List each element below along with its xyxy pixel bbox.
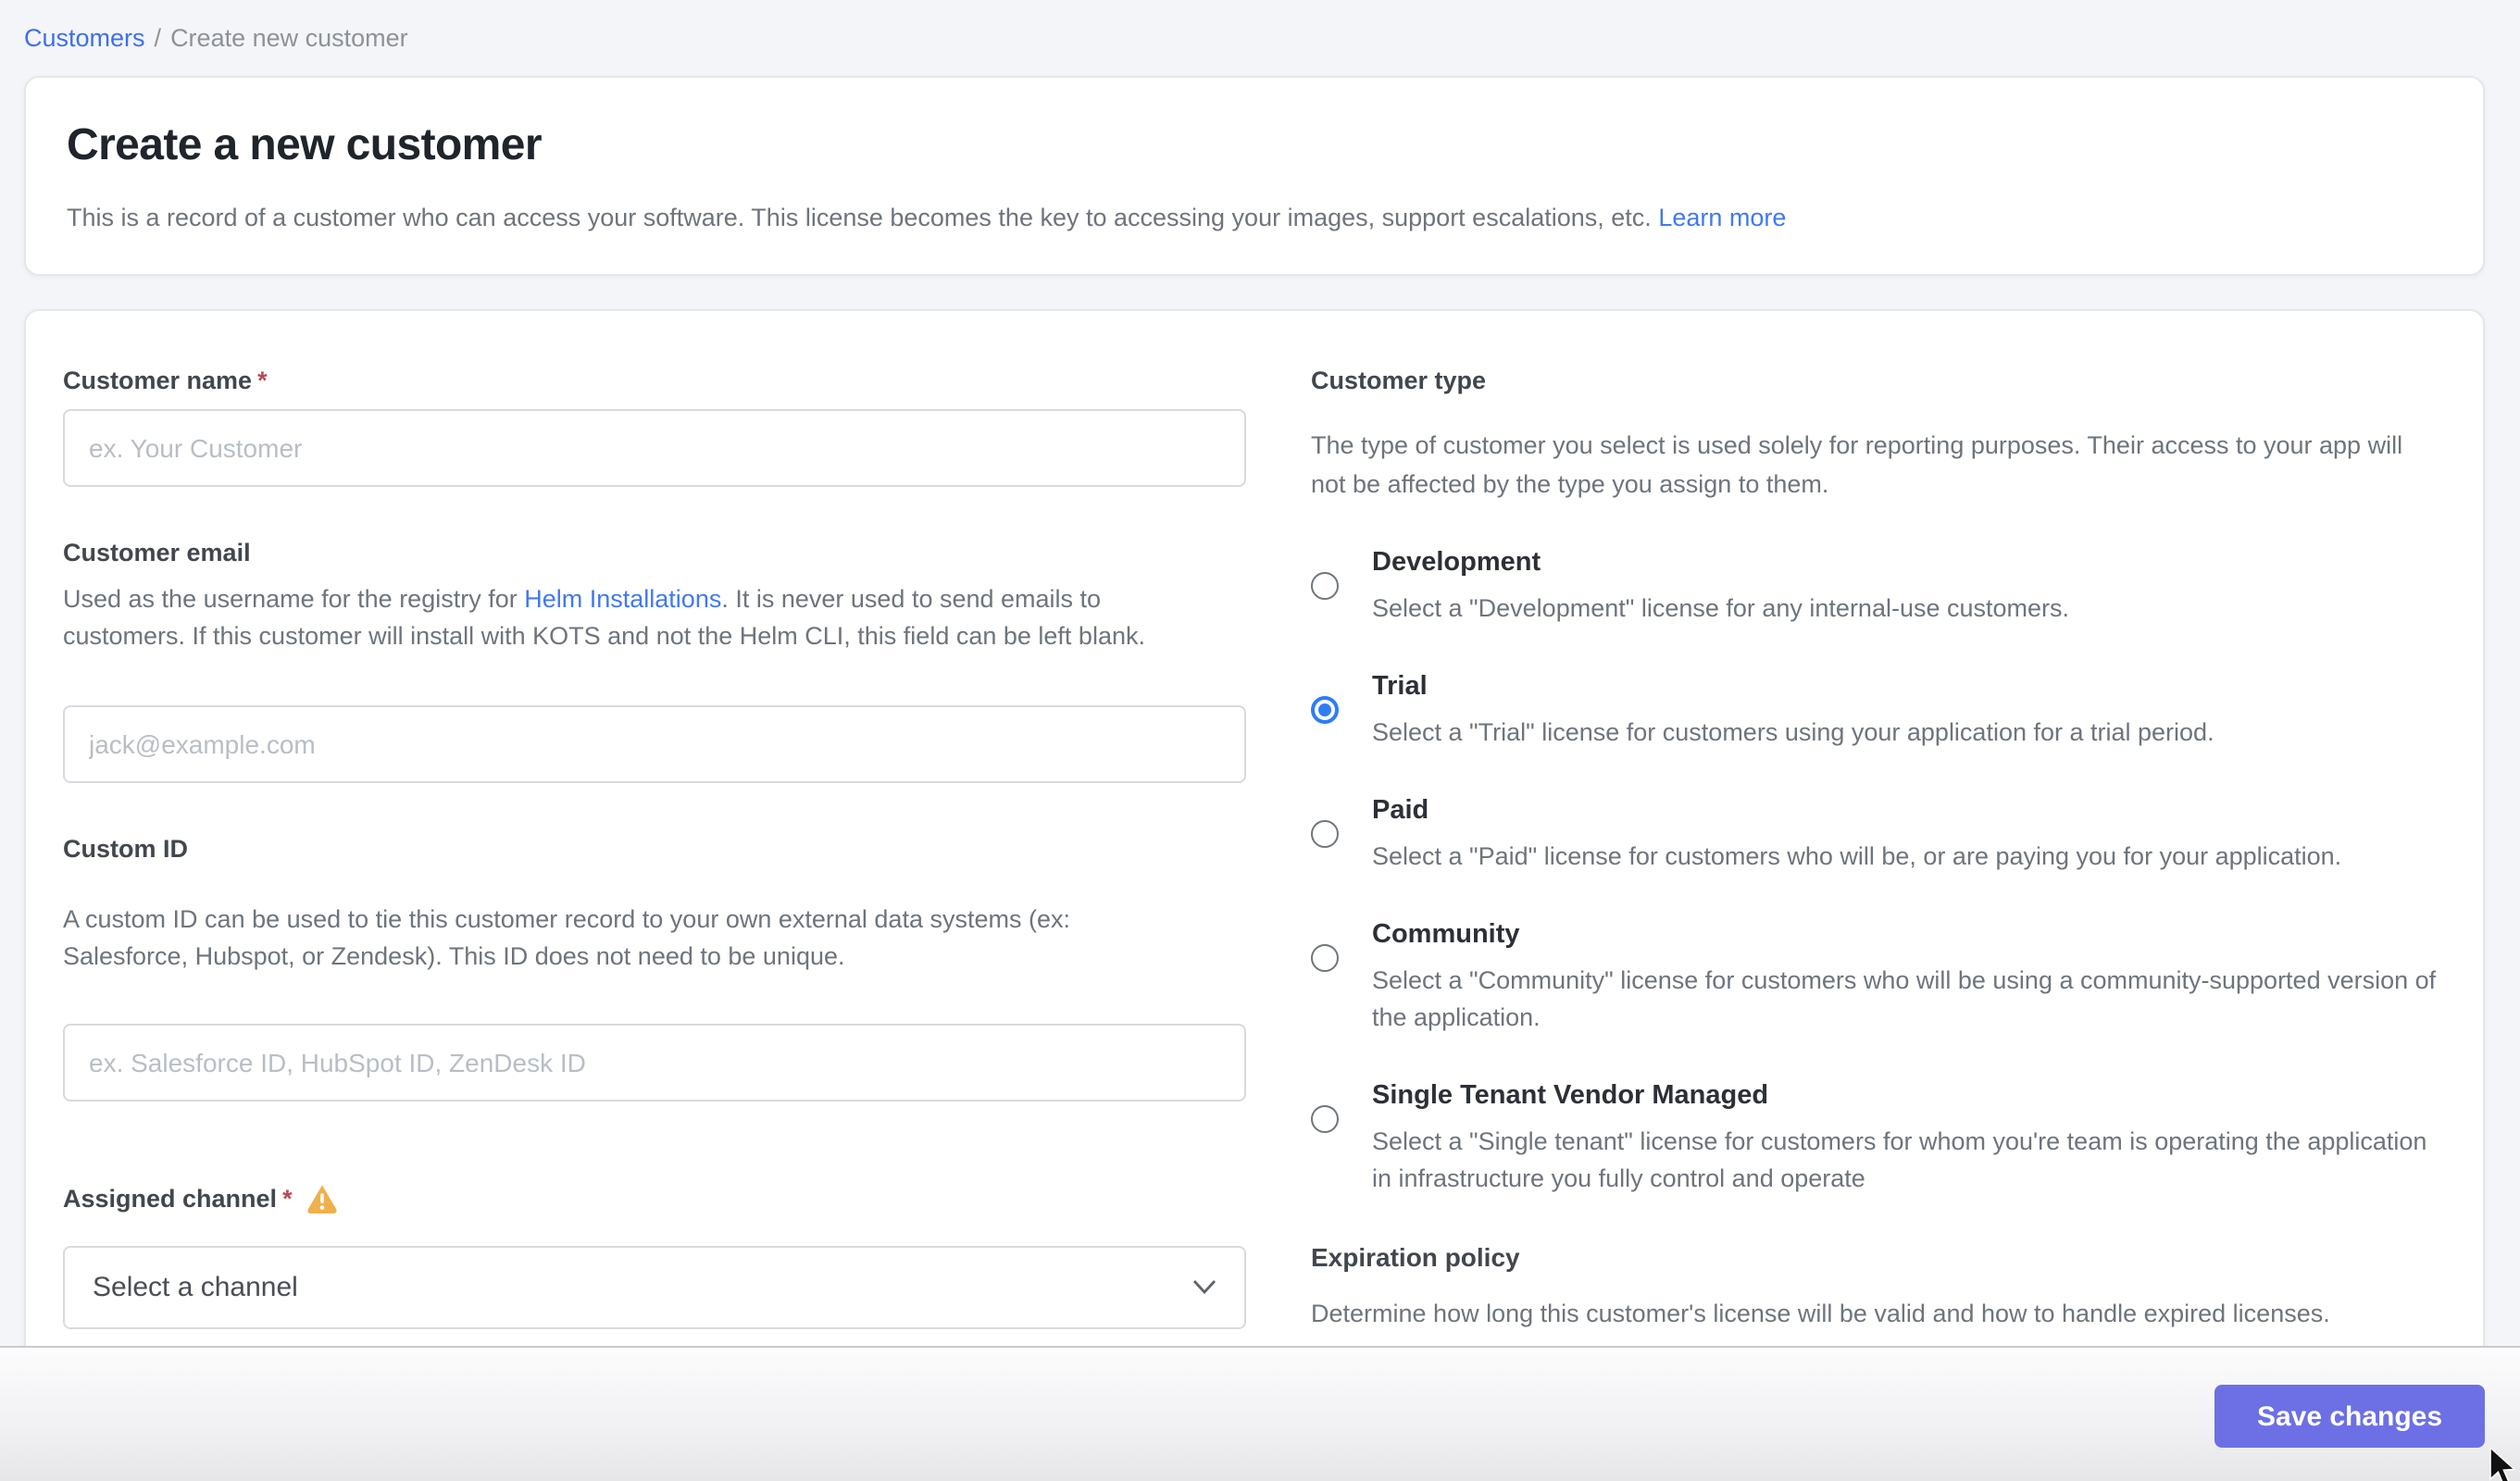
customer-form-card: Customer name* Customer email Used as th… xyxy=(24,309,2485,1346)
option-trial-label: Trial xyxy=(1372,672,2214,703)
customer-type-option-development[interactable]: Development Select a "Development" licen… xyxy=(1311,548,2446,628)
assigned-channel-select[interactable]: Select a channel xyxy=(63,1246,1246,1329)
page-description-text: This is a record of a customer who can a… xyxy=(67,204,1652,231)
assigned-channel-label-text: Assigned channel xyxy=(63,1184,277,1212)
customer-type-options: Development Select a "Development" licen… xyxy=(1311,548,2446,1198)
page-header-card: Create a new customer This is a record o… xyxy=(24,76,2485,276)
page-description: This is a record of a customer who can a… xyxy=(67,202,2442,235)
radio-development[interactable] xyxy=(1311,572,1339,600)
expiration-policy-description: Determine how long this customer's licen… xyxy=(1311,1298,2446,1331)
option-single-tenant-label: Single Tenant Vendor Managed xyxy=(1372,1081,2446,1113)
customer-type-label: Customer type xyxy=(1311,367,2446,396)
create-customer-page: Customers / Create new customer Create a n… xyxy=(0,0,2520,1481)
option-development-label: Development xyxy=(1372,548,2069,579)
assigned-channel-required-asterisk: * xyxy=(282,1184,293,1212)
customer-name-section: Customer name* xyxy=(63,367,1246,487)
customer-email-input[interactable] xyxy=(63,704,1246,782)
save-changes-button[interactable]: Save changes xyxy=(2214,1385,2485,1448)
breadcrumb-current: Create new customer xyxy=(170,24,408,52)
radio-community[interactable] xyxy=(1311,944,1339,972)
radio-trial[interactable] xyxy=(1311,696,1339,724)
custom-id-input[interactable] xyxy=(63,1024,1246,1101)
breadcrumb-separator: / xyxy=(155,24,162,52)
customer-type-option-trial[interactable]: Trial Select a "Trial" license for custo… xyxy=(1311,672,2446,752)
customer-name-label-text: Customer name xyxy=(63,367,252,394)
option-trial-description: Select a "Trial" license for customers u… xyxy=(1372,715,2214,752)
customer-email-description: Used as the username for the registry fo… xyxy=(63,581,1181,656)
customer-type-option-paid[interactable]: Paid Select a "Paid" license for custome… xyxy=(1311,796,2446,876)
mouse-cursor xyxy=(2489,1448,2520,1481)
radio-single-tenant[interactable] xyxy=(1311,1105,1339,1133)
page-title: Create a new customer xyxy=(67,122,2442,170)
option-single-tenant-description: Select a "Single tenant" license for cus… xyxy=(1372,1124,2446,1198)
customer-email-desc-before: Used as the username for the registry fo… xyxy=(63,585,524,613)
option-paid-description: Select a "Paid" license for customers wh… xyxy=(1372,839,2341,876)
customer-type-description: The type of customer you select is used … xyxy=(1311,426,2422,504)
customer-email-label: Customer email xyxy=(63,539,1246,568)
breadcrumb: Customers / Create new customer xyxy=(24,24,408,52)
assigned-channel-selected-value: Select a channel xyxy=(93,1272,298,1303)
custom-id-description: A custom ID can be used to tie this cust… xyxy=(63,901,1181,976)
custom-id-section: Custom ID A custom ID can be used to tie… xyxy=(63,834,1246,1101)
breadcrumb-customers-link[interactable]: Customers xyxy=(24,24,145,52)
option-development-description: Select a "Development" license for any i… xyxy=(1372,591,2069,628)
warning-icon xyxy=(306,1183,339,1214)
customer-email-section: Customer email Used as the username for … xyxy=(63,539,1246,782)
customer-name-required-asterisk: * xyxy=(257,367,268,394)
radio-paid[interactable] xyxy=(1311,820,1339,848)
expiration-policy-label: Expiration policy xyxy=(1311,1242,2446,1272)
form-right-column: Customer type The type of customer you s… xyxy=(1311,367,2446,1346)
option-community-label: Community xyxy=(1372,920,2446,952)
option-paid-label: Paid xyxy=(1372,796,2341,828)
customer-type-option-single-tenant[interactable]: Single Tenant Vendor Managed Select a "S… xyxy=(1311,1081,2446,1198)
assigned-channel-section: Assigned channel* Select a channel xyxy=(63,1183,1246,1329)
customer-type-option-community[interactable]: Community Select a "Community" license f… xyxy=(1311,920,2446,1037)
helm-installations-link[interactable]: Helm Installations xyxy=(524,585,721,613)
option-community-description: Select a "Community" license for custome… xyxy=(1372,963,2446,1037)
assigned-channel-label: Assigned channel* xyxy=(63,1184,293,1213)
action-footer: Save changes xyxy=(0,1346,2520,1481)
customer-name-input[interactable] xyxy=(63,409,1246,487)
custom-id-label: Custom ID xyxy=(63,834,1246,864)
form-left-column: Customer name* Customer email Used as th… xyxy=(63,367,1246,1346)
chevron-down-icon xyxy=(1192,1271,1216,1304)
customer-name-label: Customer name* xyxy=(63,367,1246,396)
learn-more-link[interactable]: Learn more xyxy=(1658,204,1786,231)
